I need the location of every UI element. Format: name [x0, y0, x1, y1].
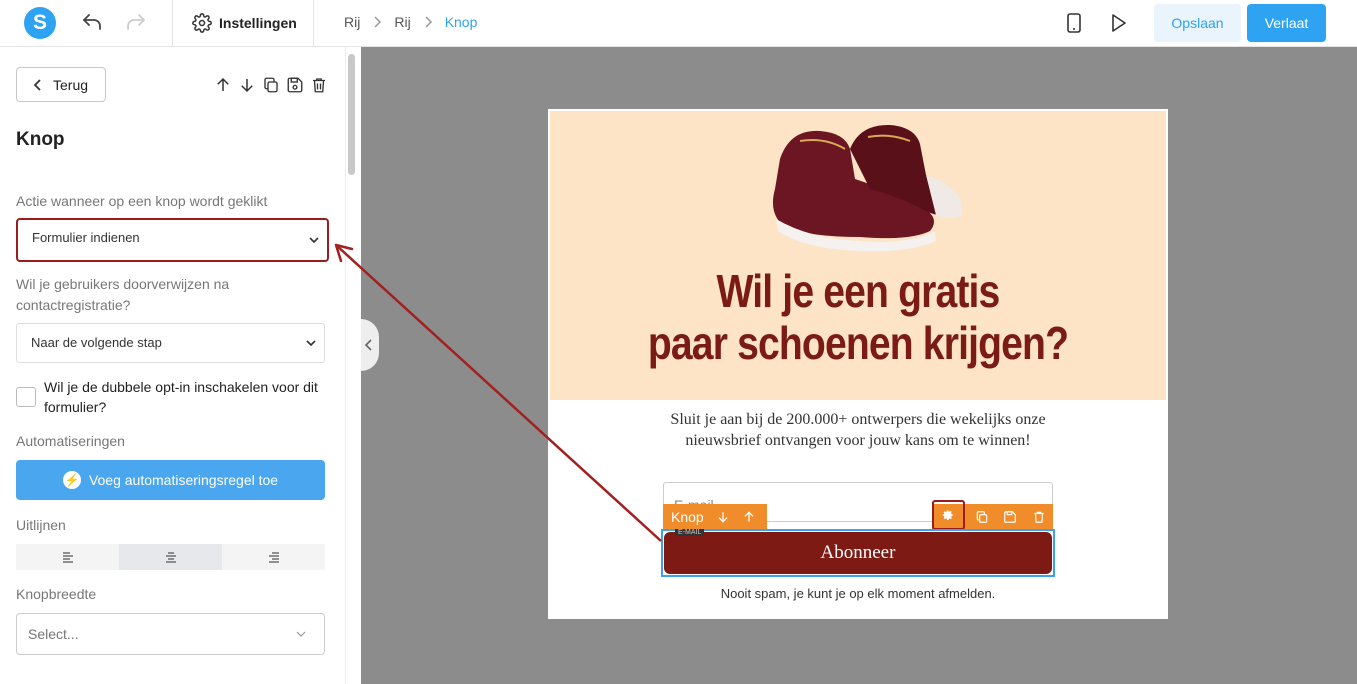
align-center-icon: [165, 552, 176, 563]
breadcrumb: Rij Rij Knop: [344, 14, 477, 30]
chevron-right-icon: [425, 16, 432, 28]
action-select[interactable]: Formulier indienen: [16, 218, 329, 262]
arrow-down-icon[interactable]: [716, 510, 730, 524]
play-icon[interactable]: [1106, 11, 1130, 35]
bolt-icon: ⚡: [62, 471, 81, 489]
gear-icon: [192, 13, 212, 33]
align-label: Uitlijnen: [16, 517, 66, 533]
breadcrumb-current: Knop: [444, 14, 478, 30]
hero-section: Wil je een gratis paar schoenen krijgen?: [550, 111, 1166, 400]
element-toolbar-actions: [932, 500, 1054, 530]
subtext[interactable]: Sluit je aan bij de 200.000+ ontwerpers …: [638, 409, 1078, 451]
element-type-label: Knop: [671, 509, 704, 525]
chevron-right-icon: [374, 16, 382, 28]
back-label: Terug: [53, 76, 89, 93]
double-optin-label: Wil je de dubbele opt-in inschakelen voo…: [44, 379, 318, 415]
redo-icon[interactable]: [124, 11, 148, 35]
chevron-down-icon: [296, 631, 306, 637]
divider: [172, 0, 173, 46]
save-icon: [1004, 511, 1017, 523]
subscribe-button[interactable]: Abonneer: [664, 532, 1052, 574]
save-element-button[interactable]: [996, 504, 1025, 530]
mobile-preview-icon[interactable]: [1062, 11, 1086, 35]
panel-title: Knop: [16, 129, 65, 150]
delete-element-button[interactable]: [1025, 504, 1054, 530]
sneaker-image: [772, 124, 962, 252]
align-right-icon: [268, 552, 279, 563]
chevron-down-icon: [309, 237, 319, 244]
add-automation-label: Voeg automatiseringsregel toe: [88, 472, 279, 488]
app-logo[interactable]: S: [24, 7, 56, 39]
width-label: Knopbreedte: [16, 586, 97, 602]
popup-preview: Wil je een gratis paar schoenen krijgen?…: [548, 109, 1168, 619]
settings-button[interactable]: Instellingen: [192, 12, 297, 34]
arrow-down-icon[interactable]: [238, 76, 256, 94]
footer-note[interactable]: Nooit spam, je kunt je op elk moment afm…: [548, 586, 1168, 601]
trash-icon: [1034, 511, 1044, 523]
chevron-down-icon: [306, 340, 316, 347]
email-field-tag: E-MAIL: [675, 529, 705, 536]
align-right-button[interactable]: [222, 544, 325, 570]
breadcrumb-item[interactable]: Rij: [344, 14, 360, 30]
trash-icon[interactable]: [310, 76, 328, 94]
settings-label: Instellingen: [219, 15, 297, 31]
element-actions: [214, 76, 328, 94]
leave-button[interactable]: Verlaat: [1247, 4, 1326, 42]
arrow-up-icon[interactable]: [214, 76, 232, 94]
align-left-button[interactable]: [16, 544, 119, 570]
align-left-icon: [62, 552, 73, 563]
divider: [313, 0, 314, 46]
headline-line: paar schoenen krijgen?: [647, 317, 1069, 369]
redirect-select[interactable]: Naar de volgende stap: [16, 323, 325, 363]
align-center-button[interactable]: [119, 544, 222, 570]
redirect-label: Wil je gebruikers doorverwijzen na conta…: [16, 276, 230, 313]
action-label: Actie wanneer op een knop wordt geklikt: [16, 193, 268, 209]
chevron-left-icon: [33, 78, 41, 91]
headline-line: Wil je een gratis: [716, 265, 1001, 317]
redirect-select-value: Naar de volgende stap: [31, 335, 162, 350]
copy-icon: [976, 511, 987, 523]
breadcrumb-item[interactable]: Rij: [394, 14, 410, 30]
top-toolbar: S Instellingen Rij Rij Knop Opslaan Verl…: [0, 0, 1357, 47]
double-optin-checkbox[interactable]: [16, 387, 36, 407]
add-automation-button[interactable]: ⚡ Voeg automatiseringsregel toe: [16, 460, 325, 500]
save-icon[interactable]: [286, 76, 304, 94]
chevron-left-icon: [364, 339, 372, 351]
element-settings-button[interactable]: [932, 500, 965, 530]
align-toggle-group: [16, 544, 325, 570]
duplicate-button[interactable]: [968, 504, 997, 530]
settings-panel: Terug Knop Actie wanneer op een knop wor…: [0, 47, 345, 684]
automations-label: Automatiseringen: [16, 433, 125, 449]
scrollbar-thumb[interactable]: [348, 54, 355, 175]
undo-icon[interactable]: [80, 11, 104, 35]
action-select-value: Formulier indienen: [32, 230, 140, 245]
element-toolbar-label: Knop: [663, 504, 767, 530]
save-button[interactable]: Opslaan: [1154, 4, 1241, 42]
back-button[interactable]: Terug: [16, 67, 106, 102]
gear-icon: [943, 510, 953, 521]
headline[interactable]: Wil je een gratis paar schoenen krijgen?: [596, 265, 1120, 369]
width-select[interactable]: Select...: [16, 613, 325, 655]
width-select-placeholder: Select...: [28, 626, 79, 642]
copy-icon[interactable]: [262, 76, 280, 94]
arrow-up-icon[interactable]: [742, 510, 756, 524]
